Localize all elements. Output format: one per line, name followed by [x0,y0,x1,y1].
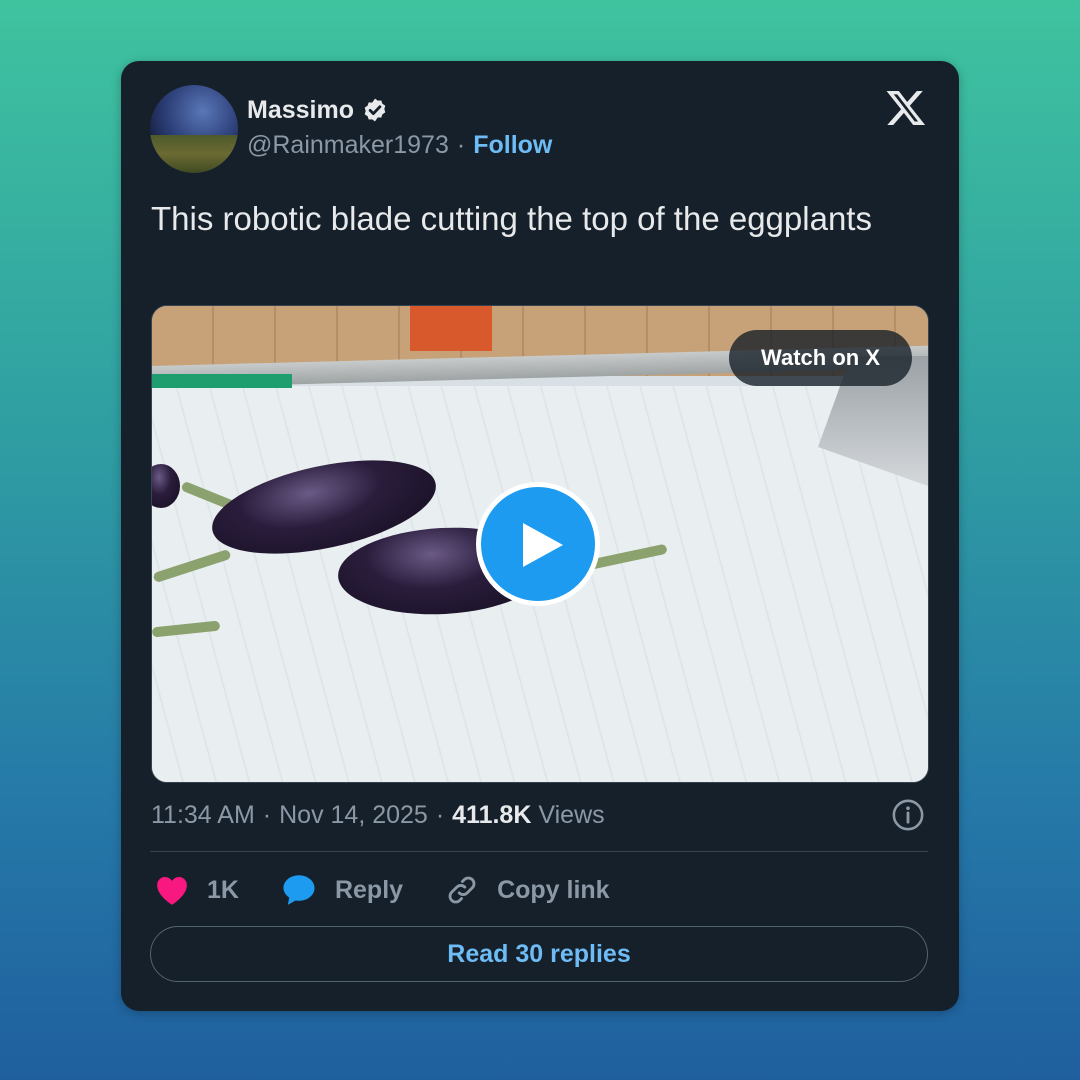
reply-button[interactable]: Reply [281,873,403,907]
tweet-meta: 11:34 AM · Nov 14, 2025 · 411.8K Views [151,797,605,833]
separator-dot: · [262,800,272,829]
read-replies-button[interactable]: Read 30 replies [150,926,928,982]
play-button[interactable] [476,482,600,606]
author-block: Massimo @Rainmaker1973 · Follow [247,93,552,160]
tweet-card: Massimo @Rainmaker1973 · Follow This rob… [121,61,959,1011]
watch-on-x-button[interactable]: Watch on X [729,330,912,386]
copy-link-label: Copy link [497,875,610,904]
separator-dot: · [435,800,445,829]
play-icon [523,523,563,567]
verified-badge-icon [364,98,386,122]
action-bar: 1K Reply Copy link [155,869,652,911]
views-count: 411.8K [452,800,532,829]
separator-dot: · [456,131,466,159]
info-icon[interactable] [891,798,925,832]
follow-link[interactable]: Follow [473,131,552,160]
divider [150,851,928,852]
name-row: Massimo [247,93,552,127]
tweet-text: This robotic blade cutting the top of th… [151,200,872,237]
video-player[interactable]: Watch on X [151,305,929,783]
reply-label: Reply [334,875,404,904]
video-background-post [410,306,492,351]
tweet-time[interactable]: 11:34 AM [151,801,255,830]
speech-bubble-icon [283,875,315,905]
author-handle[interactable]: @Rainmaker1973 [247,131,449,160]
link-icon [448,876,476,904]
like-button[interactable]: 1K [155,874,239,906]
video-rail-green [152,374,292,388]
like-count: 1K [207,875,239,904]
tweet-date[interactable]: Nov 14, 2025 [279,801,428,830]
copy-link-button[interactable]: Copy link [445,873,610,907]
author-name[interactable]: Massimo [247,96,354,125]
avatar[interactable] [150,85,238,173]
views-label: Views [538,800,605,829]
heart-icon [157,876,187,905]
x-logo-icon[interactable] [885,87,927,129]
handle-row: @Rainmaker1973 · Follow [247,131,552,160]
